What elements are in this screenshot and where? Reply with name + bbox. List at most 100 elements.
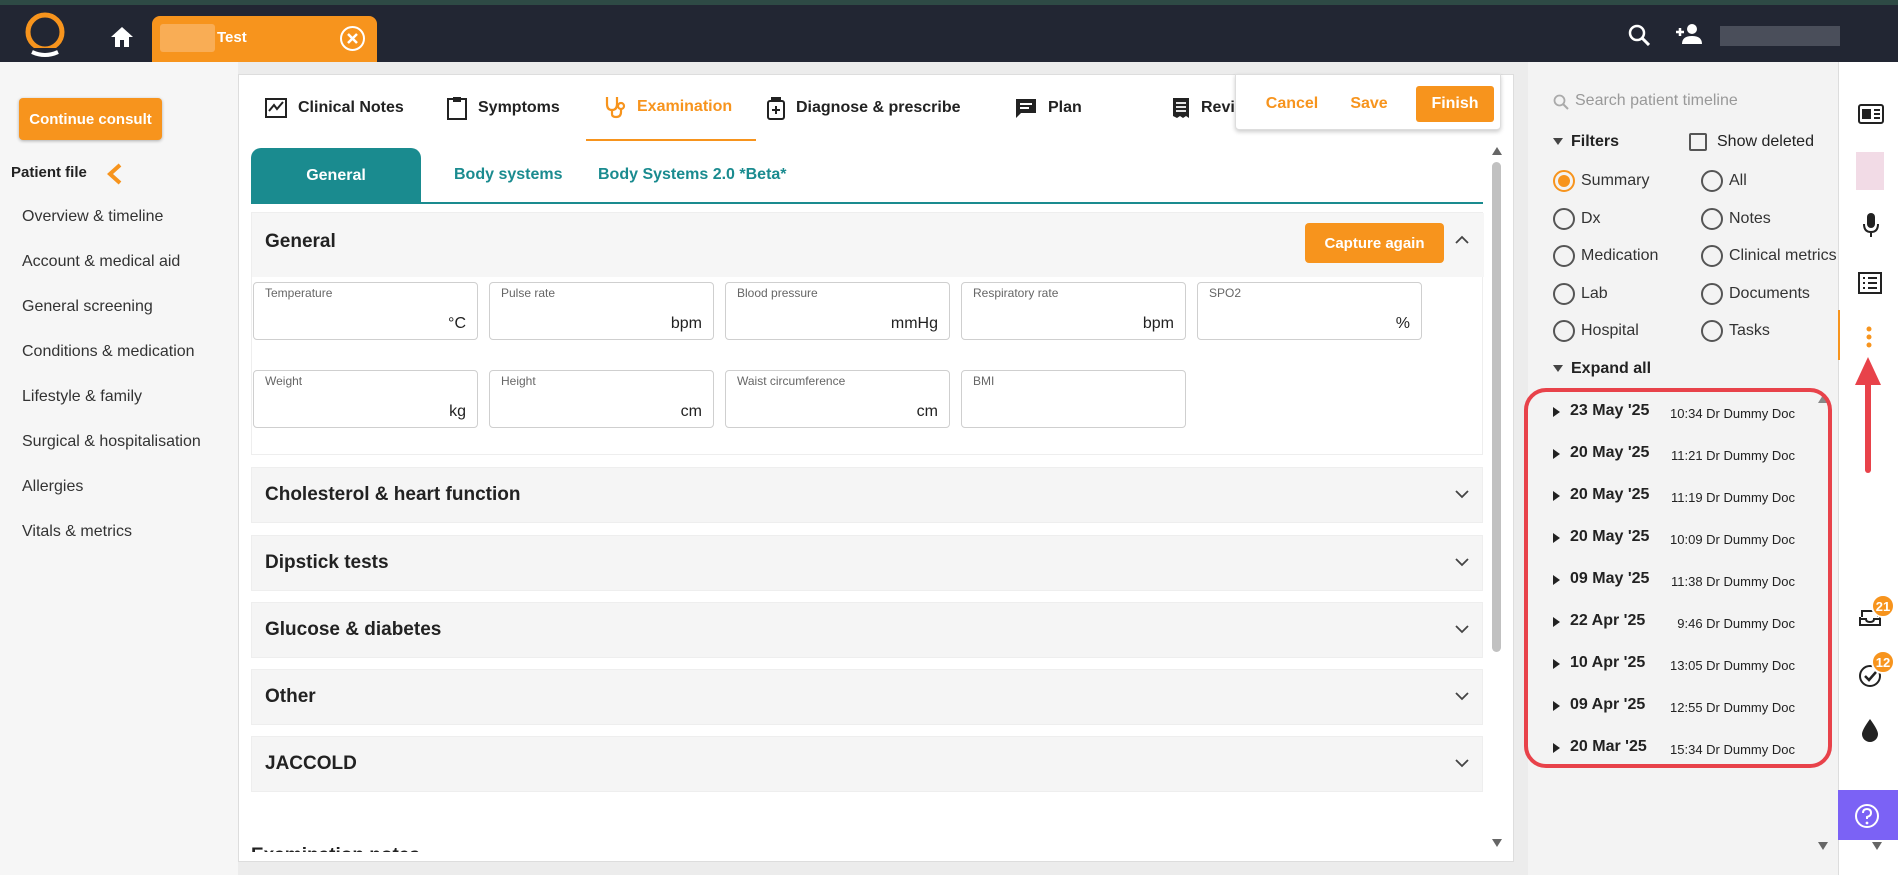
spo2-field[interactable]: SPO2% (1197, 282, 1422, 340)
show-deleted-checkbox[interactable] (1689, 133, 1707, 151)
tab-plan[interactable]: Plan (1014, 75, 1082, 141)
microphone-icon[interactable] (1862, 212, 1880, 238)
accordion-jaccold[interactable]: JACCOLD (251, 736, 1483, 792)
subtab-general[interactable]: General (251, 148, 421, 204)
nav-vitals-metrics[interactable]: Vitals & metrics (22, 523, 132, 541)
temperature-field[interactable]: Temperature °C (253, 282, 478, 340)
add-user-icon[interactable] (1675, 22, 1703, 46)
accordion-other[interactable]: Other (251, 669, 1483, 725)
close-tab-icon[interactable] (340, 26, 365, 51)
expand-entry-icon[interactable] (1553, 617, 1560, 627)
weight-field[interactable]: Weight kg (253, 370, 478, 428)
expand-all-toggle[interactable]: Expand all (1571, 360, 1651, 378)
tab-diagnose-prescribe[interactable]: Diagnose & prescribe (766, 75, 961, 141)
nav-account-medical-aid[interactable]: Account & medical aid (22, 253, 180, 271)
timeline-entry-date[interactable]: 22 Apr '25 (1570, 612, 1645, 630)
timeline-search-input[interactable]: Search patient timeline (1575, 92, 1738, 110)
medication-icon (767, 97, 785, 120)
radio-dx[interactable] (1553, 208, 1575, 230)
home-icon[interactable] (110, 26, 134, 48)
save-button[interactable]: Save (1346, 86, 1392, 122)
nav-conditions-medication[interactable]: Conditions & medication (22, 343, 195, 361)
radio-all[interactable] (1701, 170, 1723, 192)
accordion-dipstick[interactable]: Dipstick tests (251, 535, 1483, 591)
radio-lab[interactable] (1553, 283, 1575, 305)
expand-entry-icon[interactable] (1553, 701, 1560, 711)
expand-entry-icon[interactable] (1553, 449, 1560, 459)
accordion-glucose[interactable]: Glucose & diabetes (251, 602, 1483, 658)
app-logo[interactable] (20, 10, 70, 58)
finish-button[interactable]: Finish (1416, 86, 1494, 122)
general-section-header[interactable]: General Capture again (252, 213, 1484, 277)
timeline-entry-date[interactable]: 09 Apr '25 (1570, 696, 1645, 714)
blood-pressure-field[interactable]: Blood pressure mmHg (725, 282, 950, 340)
radio-hospital[interactable] (1553, 320, 1575, 342)
accordion-cholesterol[interactable]: Cholesterol & heart function (251, 467, 1483, 523)
radio-medication[interactable] (1553, 245, 1575, 267)
expand-entry-icon[interactable] (1553, 659, 1560, 669)
nav-allergies[interactable]: Allergies (22, 478, 83, 496)
expand-entry-icon[interactable] (1553, 533, 1560, 543)
timeline-entry-date[interactable]: 20 May '25 (1570, 486, 1649, 504)
timeline-entry-date[interactable]: 09 May '25 (1570, 570, 1649, 588)
stethoscope-icon (605, 97, 626, 119)
caret-down-icon (1553, 365, 1563, 372)
tab-examination[interactable]: Examination (586, 75, 756, 141)
timeline-entry-date[interactable]: 20 Mar '25 (1570, 738, 1647, 756)
chevron-down-icon (1455, 558, 1469, 567)
timeline-entry-date[interactable]: 20 May '25 (1570, 444, 1649, 462)
waist-circumference-field[interactable]: Waist circumference cm (725, 370, 950, 428)
subtab-body-systems[interactable]: Body systems (454, 166, 563, 184)
expand-entry-icon[interactable] (1553, 491, 1560, 501)
clipboard-icon (447, 97, 467, 120)
tab-review[interactable]: Revi (1171, 75, 1235, 141)
tab-label: Examination (637, 98, 733, 115)
search-icon[interactable] (1628, 24, 1650, 46)
timeline-scroll-down-icon[interactable] (1818, 842, 1828, 850)
radio-label: Tasks (1729, 322, 1770, 339)
timeline-entry-date[interactable]: 20 May '25 (1570, 528, 1649, 546)
respiratory-rate-field[interactable]: Respiratory rate bpm (961, 282, 1186, 340)
nav-general-screening[interactable]: General screening (22, 298, 153, 316)
user-name-redacted[interactable] (1720, 26, 1840, 46)
height-field[interactable]: Height cm (489, 370, 714, 428)
radio-documents[interactable] (1701, 283, 1723, 305)
patient-card-icon[interactable] (1858, 104, 1884, 124)
drop-icon[interactable] (1860, 718, 1880, 742)
radio-tasks[interactable] (1701, 320, 1723, 342)
nav-surgical-hospitalisation[interactable]: Surgical & hospitalisation (22, 433, 201, 451)
help-button[interactable] (1838, 790, 1898, 840)
capture-again-button[interactable]: Capture again (1305, 223, 1444, 263)
chevron-up-icon[interactable] (1455, 235, 1469, 244)
nav-lifestyle-family[interactable]: Lifestyle & family (22, 388, 142, 406)
expand-entry-icon[interactable] (1553, 743, 1560, 753)
tab-label: Clinical Notes (298, 99, 404, 116)
bmi-field[interactable]: BMI (961, 370, 1186, 428)
rail-scroll-down-icon[interactable] (1872, 842, 1882, 850)
annotation-arrow (1853, 355, 1883, 475)
pinned-item[interactable] (1856, 152, 1884, 190)
expand-entry-icon[interactable] (1553, 407, 1560, 417)
radio-clinical-metrics[interactable] (1701, 245, 1723, 267)
chevron-down-icon (1455, 759, 1469, 768)
pulse-rate-field[interactable]: Pulse rate bpm (489, 282, 714, 340)
tab-clinical-notes[interactable]: Clinical Notes (264, 75, 404, 141)
radio-summary[interactable] (1553, 170, 1575, 192)
scrollbar-thumb[interactable] (1492, 162, 1501, 652)
tab-symptoms[interactable]: Symptoms (446, 75, 560, 141)
timeline-entry-date[interactable]: 23 May '25 (1570, 402, 1649, 420)
radio-notes[interactable] (1701, 208, 1723, 230)
patient-tab-label: Test (217, 29, 247, 46)
more-options-icon[interactable] (1866, 326, 1872, 348)
filters-toggle[interactable]: Filters (1571, 133, 1619, 151)
exam-subtabs: General Body systems Body Systems 2.0 *B… (251, 148, 1483, 204)
patient-tab[interactable]: Test (152, 16, 377, 62)
timeline-entry-date[interactable]: 10 Apr '25 (1570, 654, 1645, 672)
list-icon[interactable] (1858, 272, 1882, 294)
cancel-button[interactable]: Cancel (1262, 86, 1322, 122)
continue-consult-button[interactable]: Continue consult (19, 98, 162, 140)
collapse-chevron-icon[interactable] (106, 163, 124, 185)
nav-overview-timeline[interactable]: Overview & timeline (22, 208, 163, 226)
expand-entry-icon[interactable] (1553, 575, 1560, 585)
subtab-body-systems-beta[interactable]: Body Systems 2.0 *Beta* (598, 166, 787, 184)
